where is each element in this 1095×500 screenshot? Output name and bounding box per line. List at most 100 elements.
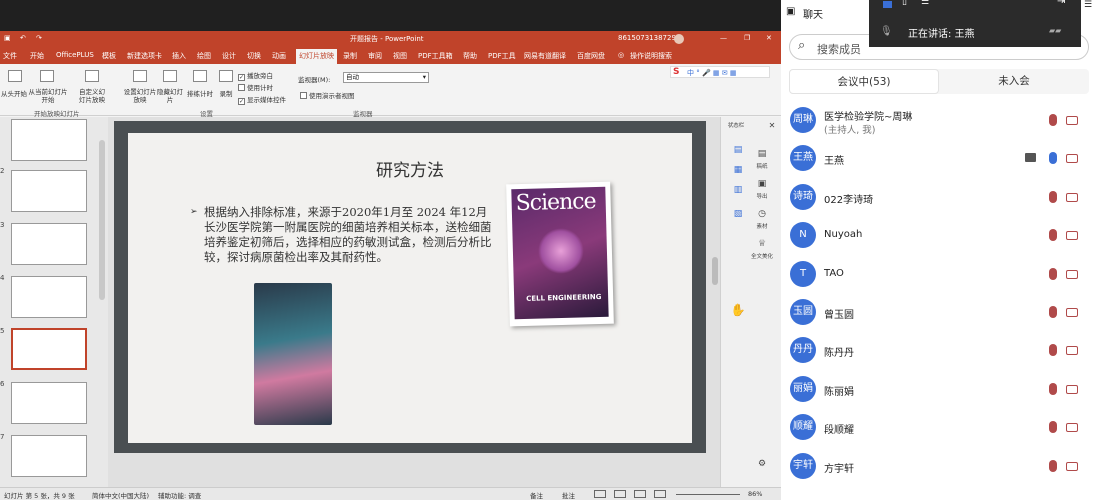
reading-view-icon[interactable] — [634, 490, 646, 498]
tab-animations[interactable]: 动画 — [272, 51, 286, 61]
hide-slide-button[interactable]: 隐藏幻灯片 — [157, 88, 183, 104]
restore-icon[interactable]: ❐ — [744, 34, 750, 42]
thumbnail-6[interactable] — [11, 382, 87, 424]
mic-muted-icon[interactable] — [1049, 190, 1057, 203]
gear-icon[interactable]: ⚙ — [747, 459, 777, 469]
export-icon[interactable]: ▣ — [747, 179, 777, 189]
thumbnail-7[interactable] — [11, 435, 87, 477]
camera-off-icon[interactable] — [1066, 346, 1078, 356]
tab-not-joined[interactable]: 未入会 — [939, 69, 1089, 94]
tab-youdao[interactable]: 网易有道翻译 — [524, 51, 566, 61]
use-timing-checkbox[interactable]: 使用计时 — [238, 82, 273, 92]
tab-review[interactable]: 审阅 — [368, 51, 382, 61]
tab-file[interactable]: 文件 — [3, 51, 17, 61]
rehearse-button[interactable]: 排练计时 — [184, 88, 216, 98]
tab-view[interactable]: 视图 — [393, 51, 407, 61]
participant-row[interactable]: 玉圆 曾玉圆 — [781, 294, 1095, 332]
close-icon[interactable]: ✕ — [766, 34, 772, 42]
editor-scrollbar[interactable] — [712, 257, 718, 285]
setup-show-button[interactable]: 设置幻灯片放映 — [122, 88, 158, 104]
play-narration-checkbox[interactable]: ✓ 播放旁白 — [238, 70, 273, 81]
tab-slideshow[interactable]: 幻灯片放映 — [296, 49, 337, 64]
thumbnail-scrollbar[interactable] — [99, 140, 105, 300]
phone-icon[interactable]: ▯ — [902, 0, 907, 7]
participant-row[interactable]: 丹丹 陈丹丹 — [781, 332, 1095, 370]
from-start-button[interactable]: 从头开始 — [0, 88, 28, 98]
tab-design[interactable]: 设计 — [222, 51, 236, 61]
camera-off-icon[interactable] — [1066, 269, 1078, 279]
tab-in-meeting[interactable]: 会议中(53) — [789, 69, 939, 94]
undo-icon[interactable]: ↶ — [20, 34, 26, 42]
camera-off-icon[interactable] — [1066, 384, 1078, 394]
tab-officeplus[interactable]: OfficePLUS — [56, 51, 94, 59]
mic-icon[interactable] — [1049, 152, 1057, 165]
save-icon[interactable]: ▣ — [4, 34, 11, 42]
normal-view-icon[interactable] — [594, 490, 606, 498]
tab-draw[interactable]: 绘图 — [197, 51, 211, 61]
slide-title[interactable]: 研究方法 — [128, 156, 692, 181]
from-current-button[interactable]: 从当前幻灯片开始 — [26, 88, 70, 104]
mic-muted-icon[interactable] — [1049, 421, 1057, 434]
slide-body-text[interactable]: 根据纳入排除标准，来源于2020年1月至 2024 年12月长沙医学院第一附属医… — [204, 205, 494, 265]
minimize-icon[interactable]: — — [720, 34, 727, 42]
bacteria-image[interactable] — [254, 283, 332, 425]
camera-off-icon[interactable] — [1066, 231, 1078, 241]
notes-button[interactable]: 备注 — [530, 490, 543, 500]
hand-icon[interactable]: ✋ — [723, 303, 753, 317]
tab-new[interactable]: 新建选项卡 — [127, 51, 162, 61]
language[interactable]: 简体中文(中国大陆) — [92, 490, 149, 500]
participant-row[interactable]: 诗琦 022李诗琦 — [781, 179, 1095, 217]
record-button[interactable]: 录制 — [214, 88, 238, 98]
camera-off-icon[interactable] — [1066, 116, 1078, 125]
slideshow-view-icon[interactable] — [654, 490, 666, 498]
tab-help[interactable]: 帮助 — [463, 51, 477, 61]
camera-off-icon[interactable] — [1066, 423, 1078, 433]
mic-muted-icon[interactable] — [1049, 267, 1057, 280]
presenter-view-checkbox[interactable]: 使用演示者视图 — [300, 90, 355, 100]
show-media-checkbox[interactable]: ✓ 显示媒体控件 — [238, 94, 286, 105]
mic-muted-icon[interactable] — [1049, 344, 1057, 357]
mic-muted-icon[interactable] — [1049, 306, 1057, 318]
thumbnail-4[interactable] — [11, 276, 87, 318]
sorter-view-icon[interactable] — [614, 490, 626, 498]
tab-record[interactable]: 录制 — [343, 51, 357, 61]
monitor-select[interactable]: 自动 ▾ — [343, 72, 429, 83]
mic-muted-icon[interactable] — [1049, 459, 1057, 472]
zoom-level[interactable]: 86% — [748, 490, 762, 498]
participant-row[interactable]: 王燕 王燕 — [781, 140, 1095, 178]
thumbnail-3[interactable] — [11, 223, 87, 265]
avatar[interactable] — [674, 34, 684, 44]
thumbnail-2[interactable] — [11, 170, 87, 212]
accessibility[interactable]: 辅助功能: 调查 — [158, 490, 201, 500]
menu-icon[interactable]: ☰ — [921, 0, 929, 7]
camera-off-icon[interactable] — [1066, 461, 1078, 471]
clock-icon[interactable]: ◷ — [747, 209, 777, 219]
comments-button[interactable]: 批注 — [562, 490, 575, 500]
tab-templates[interactable]: 模板 — [102, 51, 116, 61]
redo-icon[interactable]: ↷ — [36, 34, 42, 42]
thumbnail-5[interactable] — [11, 328, 87, 370]
beautify-icon[interactable]: ♕ — [747, 239, 777, 249]
science-cover-image[interactable]: Science CELL ENGINEERING — [506, 181, 614, 327]
ime-toolbar[interactable]: S 中 ° 🎤 ▦ ✉ ▦ — [670, 66, 770, 78]
participant-row[interactable]: 周琳 医学检验学院~周琳 (主持人, 我) — [781, 102, 1095, 140]
camera-off-icon[interactable] — [1066, 154, 1078, 164]
camera-off-icon[interactable] — [1066, 308, 1078, 317]
tab-pdf-toolbox[interactable]: PDF工具箱 — [418, 51, 453, 61]
mic-muted-icon[interactable] — [1049, 114, 1057, 126]
camera-off-icon[interactable] — [1066, 192, 1078, 202]
custom-show-button[interactable]: 自定义幻灯片放映 — [76, 88, 108, 104]
draft-icon[interactable]: ▤ — [747, 149, 777, 159]
tell-me-search[interactable]: 操作说明搜索 — [630, 51, 672, 61]
zoom-slider[interactable] — [676, 494, 740, 495]
tab-baidu[interactable]: 百度网盘 — [577, 51, 605, 61]
participant-row[interactable]: T TAO — [781, 256, 1095, 294]
mic-muted-icon[interactable] — [1049, 382, 1057, 395]
participant-row[interactable]: 丽娟 陈丽娟 — [781, 371, 1095, 409]
tab-insert[interactable]: 插入 — [172, 51, 186, 61]
menu-icon[interactable]: ☰ — [1084, 0, 1095, 20]
tab-home[interactable]: 开始 — [30, 51, 44, 61]
mic-muted-icon[interactable] — [1049, 229, 1057, 242]
thumbnail-1[interactable] — [11, 119, 87, 161]
participant-row[interactable]: N Nuyoah — [781, 217, 1095, 255]
